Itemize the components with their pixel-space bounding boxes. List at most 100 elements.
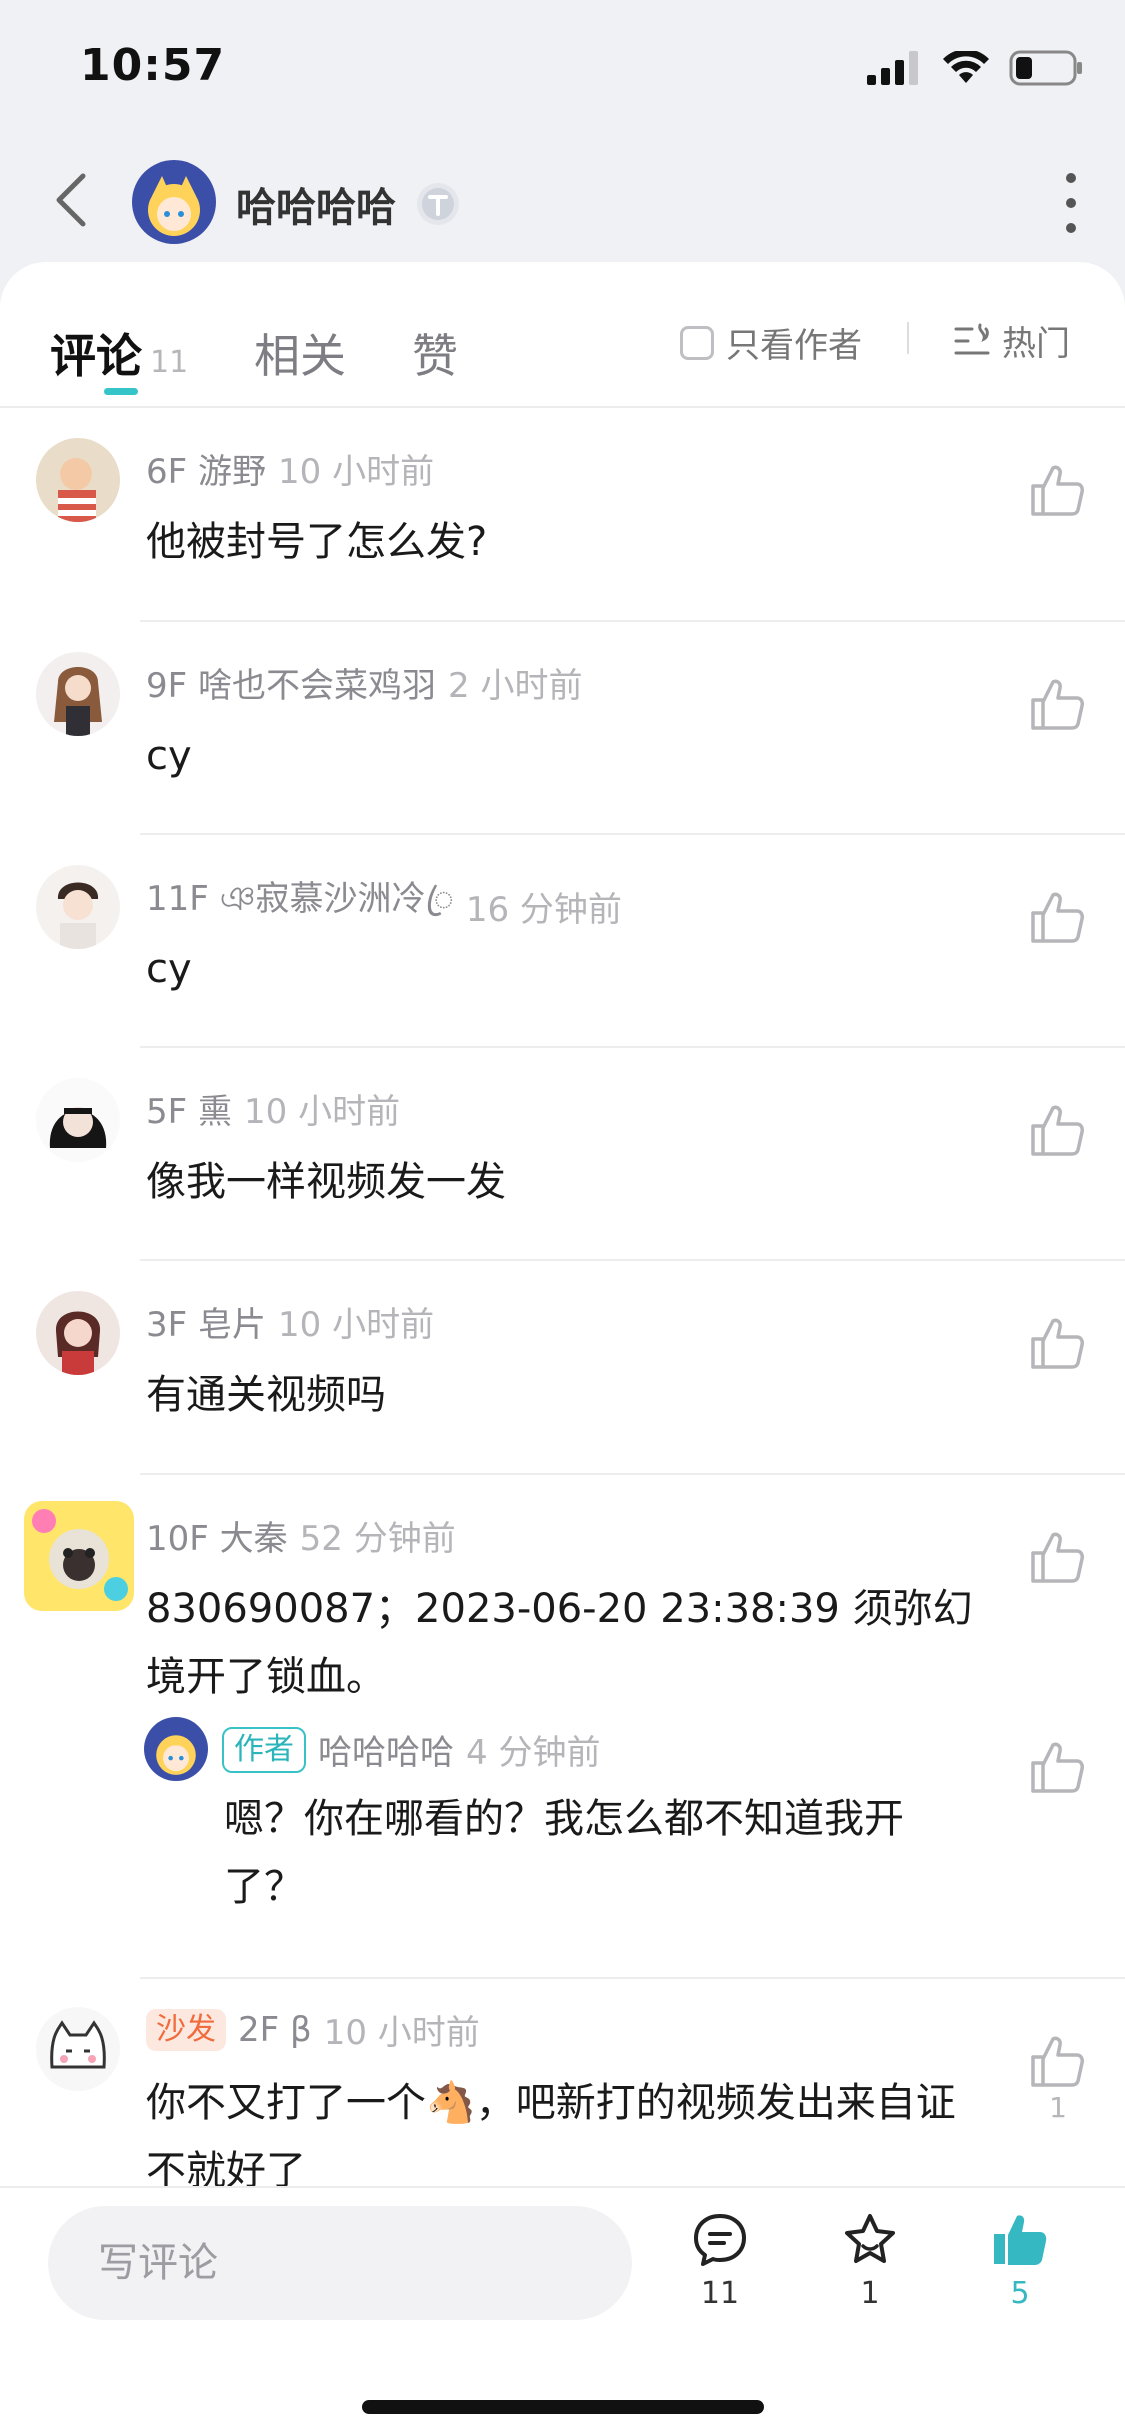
avatar[interactable]	[36, 2007, 120, 2091]
thumbs-up-icon[interactable]	[1027, 1737, 1087, 1797]
comment-time: 10 小时前	[244, 1092, 401, 1132]
thumbs-up-icon[interactable]	[1027, 1313, 1087, 1373]
header: 哈哈哈哈	[0, 135, 1125, 270]
commenter-name[interactable]: β	[290, 2010, 312, 2050]
comment-item: 沙发 2F β 10 小时前 你不又打了一个🐴，吧新打的视频发出来自证不就好了 …	[0, 1979, 1125, 2186]
thumbs-up-icon[interactable]	[1027, 887, 1087, 947]
comment-item: 11F ঞ寂慕沙洲冷ꦿ 16 分钟前 cy	[0, 835, 1125, 1048]
like-action[interactable]: 5	[960, 2210, 1080, 2311]
hot-sort-icon	[954, 323, 990, 354]
author-badge: 作者	[222, 1726, 306, 1773]
floor-number: 10F	[146, 1519, 209, 1559]
comment-meta: 6F 游野 10 小时前	[146, 444, 434, 493]
likes-count: 5	[1010, 2276, 1030, 2311]
status-time: 10:57	[80, 40, 226, 91]
comment-time: 10 小时前	[278, 1305, 435, 1345]
author-avatar[interactable]	[132, 160, 216, 244]
status-bar: 10:57	[0, 0, 1125, 135]
comment-meta: 9F 啥也不会菜鸡羽 2 小时前	[146, 658, 582, 707]
floor-number: 5F	[146, 1092, 188, 1132]
floor-number: 9F	[146, 666, 188, 706]
thumbs-up-icon[interactable]	[1027, 460, 1087, 520]
comment-text[interactable]: 830690087；2023-06-20 23:38:39 须弥幻境开了锁血。	[146, 1575, 976, 1711]
comment-meta: 10F 大秦 52 分钟前	[146, 1511, 456, 1560]
comment-text[interactable]: 他被封号了怎么发?	[146, 508, 976, 576]
author-name[interactable]: 哈哈哈哈	[236, 175, 396, 233]
level-badge-icon	[415, 181, 461, 227]
thumbs-up-icon	[994, 2215, 1047, 2265]
back-arrow-icon	[56, 173, 86, 227]
like-count: 1	[1049, 2091, 1067, 2124]
battery-icon	[1009, 50, 1082, 86]
author-only-toggle[interactable]: 只看作者	[680, 318, 862, 367]
comment-meta: 3F 皂片 10 小时前	[146, 1297, 434, 1346]
avatar[interactable]	[36, 438, 120, 522]
avatar[interactable]	[36, 1078, 120, 1162]
reply-name[interactable]: 哈哈哈哈	[318, 1725, 454, 1774]
floor-number: 6F	[146, 452, 188, 492]
author-only-checkbox[interactable]	[680, 325, 714, 360]
comment-time: 52 分钟前	[299, 1519, 456, 1559]
commenter-name[interactable]: 游野	[198, 452, 266, 492]
sofa-badge: 沙发	[146, 2008, 226, 2051]
comment-text[interactable]: cy	[146, 935, 976, 1003]
comment-text[interactable]: 有通关视频吗	[146, 1361, 976, 1429]
comment-bubble-icon	[694, 2214, 746, 2266]
status-icons	[867, 50, 1083, 86]
author-only-label: 只看作者	[726, 326, 862, 366]
avatar[interactable]	[24, 1501, 134, 1611]
comment-time: 2 小时前	[448, 666, 583, 706]
comment-item: 10F 大秦 52 分钟前 830690087；2023-06-20 23:38…	[0, 1475, 1125, 1979]
sort-button[interactable]: 热门	[952, 316, 1070, 365]
bottom-bar: 写评论 11 1 5	[0, 2186, 1125, 2436]
tab-comments[interactable]: 评论 11	[50, 320, 188, 386]
comment-text[interactable]: cy	[146, 722, 976, 790]
comment-meta: 5F 熏 10 小时前	[146, 1084, 400, 1133]
reply-text[interactable]: 嗯？你在哪看的？我怎么都不知道我开了？	[224, 1785, 974, 1921]
tab-bar: 评论 11 相关 赞 只看作者 热门	[0, 262, 1125, 408]
comment-text[interactable]: 像我一样视频发一发	[146, 1148, 976, 1216]
favorites-count: 1	[860, 2276, 880, 2311]
commenter-name[interactable]: 皂片	[198, 1305, 266, 1345]
avatar[interactable]	[36, 652, 120, 736]
commenter-name[interactable]: 熏	[198, 1092, 232, 1132]
commenter-name[interactable]: 啥也不会菜鸡羽	[198, 666, 436, 706]
back-button[interactable]	[40, 165, 100, 235]
divider	[907, 322, 909, 354]
thumbs-up-icon[interactable]	[1027, 674, 1087, 734]
comment-meta: 11F ঞ寂慕沙洲冷ꦿ 16 分钟前	[146, 871, 622, 942]
wifi-icon	[943, 51, 989, 83]
floor-number: 11F	[146, 879, 209, 919]
favorite-action[interactable]: 1	[810, 2210, 930, 2311]
write-comment-input[interactable]: 写评论	[48, 2206, 632, 2320]
star-icon	[845, 2214, 895, 2263]
comment-text[interactable]: 你不又打了一个🐴，吧新打的视频发出来自证不就好了	[146, 2069, 976, 2186]
thumbs-up-icon[interactable]	[1027, 1100, 1087, 1160]
more-button[interactable]	[1059, 173, 1083, 233]
commenter-name[interactable]: 大秦	[220, 1519, 288, 1559]
thumbs-up-icon[interactable]	[1027, 1527, 1087, 1587]
comments-sheet: 评论 11 相关 赞 只看作者 热门 6F 游野 10 小时前 他被封号了怎么发?	[0, 262, 1125, 2436]
home-indicator[interactable]	[362, 2400, 764, 2414]
comment-time: 16 分钟前	[465, 890, 622, 930]
comment-item: 6F 游野 10 小时前 他被封号了怎么发?	[0, 408, 1125, 622]
comment-item: 5F 熏 10 小时前 像我一样视频发一发	[0, 1048, 1125, 1261]
avatar[interactable]	[36, 1291, 120, 1375]
signal-icon	[867, 51, 918, 85]
reply-time: 4 分钟前	[466, 1733, 601, 1773]
comment-time: 10 小时前	[278, 452, 435, 492]
comment-meta: 沙发 2F β 10 小时前	[146, 2005, 480, 2054]
comment-item: 9F 啥也不会菜鸡羽 2 小时前 cy	[0, 622, 1125, 835]
comments-action[interactable]: 11	[660, 2210, 780, 2311]
floor-number: 3F	[146, 1305, 188, 1345]
tab-related[interactable]: 相关	[254, 320, 346, 386]
commenter-name[interactable]: ঞ寂慕沙洲冷ꦿ	[220, 879, 454, 919]
avatar[interactable]	[36, 865, 120, 949]
thumbs-up-icon[interactable]	[1027, 2031, 1087, 2091]
more-icon	[1066, 173, 1076, 183]
sort-label: 热门	[1002, 324, 1070, 364]
tab-comments-count: 11	[150, 345, 189, 380]
reply-avatar[interactable]	[144, 1717, 208, 1781]
comments-count: 11	[700, 2276, 740, 2311]
tab-likes[interactable]: 赞	[412, 320, 458, 386]
